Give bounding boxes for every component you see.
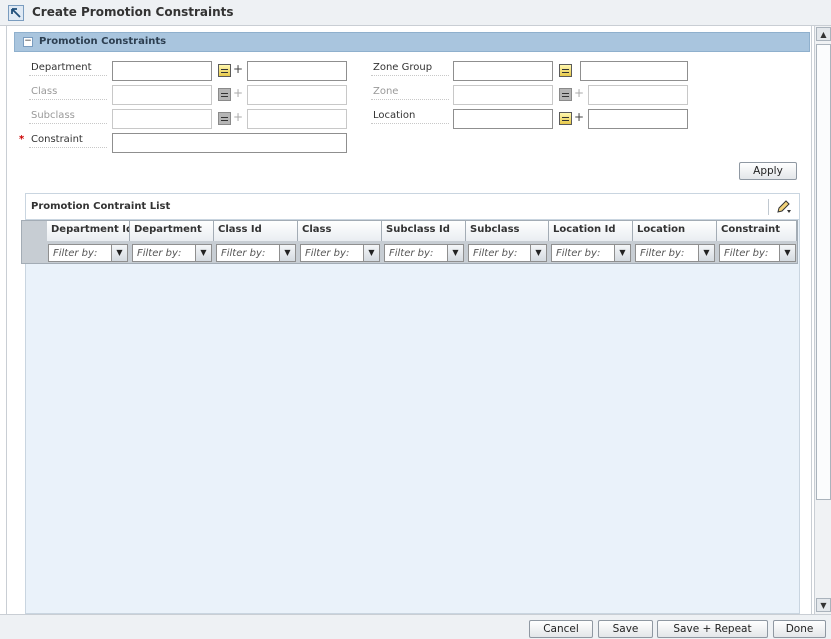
filter-placeholder: Filter by: xyxy=(137,248,182,259)
filter-select[interactable]: Filter by: ▼ xyxy=(551,244,631,262)
save-repeat-button[interactable]: Save + Repeat xyxy=(657,620,768,638)
zone-group-label: Zone Group xyxy=(371,62,449,76)
plus-icon: + xyxy=(233,62,244,76)
section-header: − Promotion Constraints xyxy=(14,32,810,52)
class-desc-input xyxy=(247,85,347,105)
filter-select[interactable]: Filter by: ▼ xyxy=(635,244,715,262)
page-title: Create Promotion Constraints xyxy=(32,5,234,19)
column-header[interactable]: Class xyxy=(298,221,382,241)
zone-lov-icon xyxy=(559,88,572,101)
department-lov-icon[interactable] xyxy=(218,64,231,77)
title-bar: Create Promotion Constraints xyxy=(0,0,831,26)
department-label: Department xyxy=(29,62,107,76)
filter-select[interactable]: Filter by: ▼ xyxy=(468,244,547,262)
arrow-up-left-icon[interactable] xyxy=(8,5,24,21)
required-marker: * xyxy=(19,134,25,145)
filter-select[interactable]: Filter by: ▼ xyxy=(132,244,212,262)
subclass-lov-icon xyxy=(218,112,231,125)
zone-id-input xyxy=(453,85,553,105)
filter-placeholder: Filter by: xyxy=(724,248,769,259)
chevron-down-icon[interactable]: ▼ xyxy=(447,245,463,261)
scroll-up-icon[interactable]: ▲ xyxy=(816,27,831,41)
chevron-down-icon[interactable]: ▼ xyxy=(614,245,630,261)
cancel-button[interactable]: Cancel xyxy=(529,620,593,638)
plus-icon: + xyxy=(574,86,585,100)
chevron-down-icon[interactable]: ▼ xyxy=(363,245,379,261)
scroll-down-icon[interactable]: ▼ xyxy=(816,598,831,612)
filter-select[interactable]: Filter by: ▼ xyxy=(48,244,128,262)
column-header[interactable]: Subclass xyxy=(466,221,549,241)
location-label: Location xyxy=(371,110,449,124)
class-id-input xyxy=(112,85,212,105)
column-header[interactable]: Department xyxy=(130,221,214,241)
zone-label: Zone xyxy=(371,86,449,100)
collapse-minus-icon[interactable]: − xyxy=(23,37,33,47)
filter-placeholder: Filter by: xyxy=(556,248,601,259)
filter-select[interactable]: Filter by: ▼ xyxy=(384,244,464,262)
vertical-scrollbar[interactable]: ▲ ▼ xyxy=(814,26,831,614)
section-title: Promotion Constraints xyxy=(39,36,167,47)
filter-placeholder: Filter by: xyxy=(221,248,266,259)
column-header[interactable]: Subclass Id xyxy=(382,221,466,241)
column-header[interactable]: Class Id xyxy=(214,221,298,241)
filter-placeholder: Filter by: xyxy=(640,248,685,259)
filter-placeholder: Filter by: xyxy=(305,248,350,259)
location-id-input[interactable] xyxy=(453,109,553,129)
column-header[interactable]: Constraint xyxy=(717,221,797,241)
department-desc-input[interactable] xyxy=(247,61,347,81)
class-lov-icon xyxy=(218,88,231,101)
department-id-input[interactable] xyxy=(112,61,212,81)
pencil-edit-icon[interactable] xyxy=(775,199,793,215)
chevron-down-icon[interactable]: ▼ xyxy=(195,245,211,261)
filter-placeholder: Filter by: xyxy=(389,248,434,259)
class-label: Class xyxy=(29,86,107,100)
filter-placeholder: Filter by: xyxy=(53,248,98,259)
plus-icon: + xyxy=(233,110,244,124)
column-header[interactable]: Department Id xyxy=(47,221,130,241)
subclass-id-input xyxy=(112,109,212,129)
chevron-down-icon[interactable]: ▼ xyxy=(698,245,714,261)
chevron-down-icon[interactable]: ▼ xyxy=(279,245,295,261)
column-header[interactable]: Location Id xyxy=(549,221,633,241)
divider xyxy=(768,199,769,215)
filter-select[interactable]: Filter by: ▼ xyxy=(300,244,380,262)
constraint-label-text: Constraint xyxy=(31,134,83,145)
zone-group-input[interactable] xyxy=(453,61,553,81)
subclass-desc-input xyxy=(247,109,347,129)
done-button[interactable]: Done xyxy=(773,620,826,638)
panel-header: Promotion Contraint List xyxy=(26,194,799,220)
constraint-table: Department Id Department Class Id Class … xyxy=(21,220,798,264)
constraint-label: * Constraint xyxy=(19,134,107,148)
location-desc-input[interactable] xyxy=(588,109,688,129)
chevron-down-icon[interactable]: ▼ xyxy=(779,245,795,261)
location-lov-icon[interactable] xyxy=(559,112,572,125)
filter-select[interactable]: Filter by: ▼ xyxy=(719,244,796,262)
constraint-input[interactable] xyxy=(112,133,347,153)
save-button[interactable]: Save xyxy=(598,620,653,638)
zone-desc-input xyxy=(588,85,688,105)
footer-bar: Cancel Save Save + Repeat Done xyxy=(0,614,831,639)
chevron-down-icon[interactable]: ▼ xyxy=(530,245,546,261)
column-header[interactable]: Location xyxy=(633,221,717,241)
subclass-label: Subclass xyxy=(29,110,107,124)
scroll-thumb[interactable] xyxy=(816,44,831,500)
zone-group-desc-input[interactable] xyxy=(580,61,688,81)
panel-title: Promotion Contraint List xyxy=(31,201,171,212)
filter-select[interactable]: Filter by: ▼ xyxy=(216,244,296,262)
apply-button[interactable]: Apply xyxy=(739,162,797,180)
zone-group-lov-icon[interactable] xyxy=(559,64,572,77)
plus-icon: + xyxy=(233,86,244,100)
chevron-down-icon[interactable]: ▼ xyxy=(111,245,127,261)
filter-placeholder: Filter by: xyxy=(473,248,518,259)
plus-icon: + xyxy=(574,110,585,124)
